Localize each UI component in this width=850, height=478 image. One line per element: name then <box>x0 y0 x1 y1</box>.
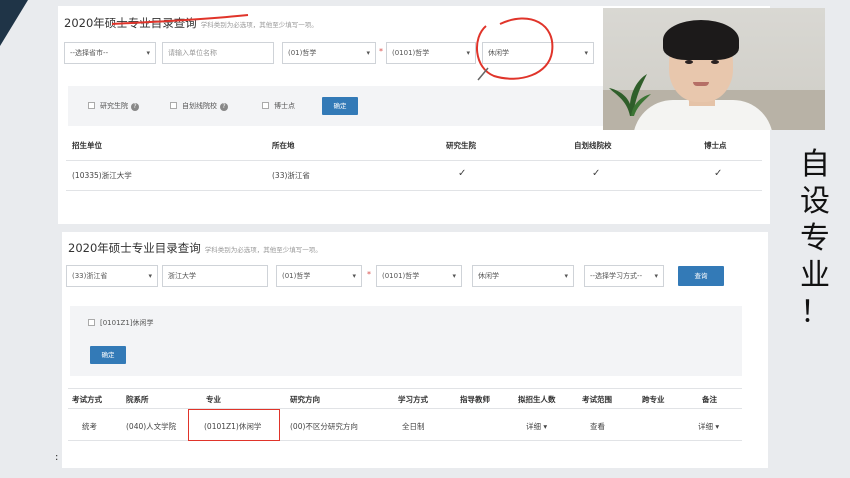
cell-dept: (040)人文学院 <box>126 422 177 431</box>
col-header-unit: 招生单位 <box>72 141 102 150</box>
divider <box>68 388 742 389</box>
checkbox-self-line[interactable]: 自划线院校? <box>170 101 228 111</box>
unit-name-input[interactable]: 请输入单位名称 <box>162 42 274 64</box>
help-icon[interactable]: ? <box>220 103 228 111</box>
chevron-down-icon: ▾ <box>452 272 456 280</box>
webcam-overlay <box>603 8 825 130</box>
confirm-button[interactable]: 确定 <box>90 346 126 364</box>
required-marker: * <box>379 47 383 56</box>
caret-down-icon: ▾ <box>715 422 720 431</box>
page-title: 2020年硕士专业目录查询 学科类别为必选项，其他至少填写一项。 <box>64 16 318 30</box>
chevron-down-icon: ▾ <box>564 272 568 280</box>
help-icon[interactable]: ? <box>131 103 139 111</box>
chevron-down-icon: ▾ <box>466 49 470 57</box>
col-header-scope: 考试范围 <box>582 395 612 404</box>
checkbox-icon <box>88 102 95 109</box>
side-caption: 自 设 专 业 ！ <box>800 147 830 330</box>
province-select[interactable]: --选择省市-- ▾ <box>64 42 156 64</box>
quota-detail-dropdown[interactable]: 详细 ▾ <box>526 421 547 432</box>
scope-view-link[interactable]: 查看 <box>590 421 605 432</box>
required-marker: * <box>367 270 371 279</box>
person-eye <box>711 60 719 64</box>
person-eye <box>685 60 693 64</box>
major-filter-box: [0101Z1]休闲学 确定 <box>70 306 742 376</box>
col-header-doctoral: 博士点 <box>704 141 727 150</box>
cell-location: (33)浙江省 <box>272 171 310 180</box>
caret-down-icon: ▾ <box>543 422 548 431</box>
col-header-dept: 院系所 <box>126 395 149 404</box>
province-select[interactable]: (33)浙江省 ▾ <box>66 265 158 287</box>
discipline-select[interactable]: (01)哲学 ▾ <box>276 265 362 287</box>
subject-select[interactable]: (0101)哲学 ▾ <box>376 265 462 287</box>
col-header-major: 专业 <box>206 395 221 404</box>
slide-corner-decoration <box>0 0 28 46</box>
remark-detail-dropdown[interactable]: 详细 ▾ <box>698 421 719 432</box>
col-header-quota: 拟招生人数 <box>518 395 556 404</box>
subject-select[interactable]: (0101)哲学 ▾ <box>386 42 476 64</box>
ellipsis-mark: : <box>55 452 59 463</box>
page-title: 2020年硕士专业目录查询 学科类别为必选项，其他至少填写一项。 <box>68 241 322 255</box>
col-header-cross: 跨专业 <box>642 395 665 404</box>
checkbox-doctoral[interactable]: 博士点 <box>262 101 295 111</box>
discipline-select[interactable]: (01)哲学 ▾ <box>282 42 376 64</box>
search-panel-bottom: 2020年硕士专业目录查询 学科类别为必选项，其他至少填写一项。 (33)浙江省 ▾… <box>62 232 768 468</box>
person-hair <box>663 20 739 60</box>
chevron-down-icon: ▾ <box>654 272 658 280</box>
study-mode-select[interactable]: --选择学习方式-- ▾ <box>584 265 664 287</box>
checkbox-icon <box>170 102 177 109</box>
chevron-down-icon: ▾ <box>146 49 150 57</box>
query-button[interactable]: 查询 <box>678 266 724 286</box>
major-input[interactable]: 休闲学 ▾ <box>482 42 594 64</box>
chevron-down-icon: ▾ <box>366 49 370 57</box>
check-icon: ✓ <box>714 168 723 179</box>
chevron-down-icon: ▾ <box>584 49 588 57</box>
col-header-location: 所在地 <box>272 141 295 150</box>
highlight-box-annotation <box>188 409 280 441</box>
col-header-exam: 考试方式 <box>72 395 102 404</box>
checkbox-graduate-school[interactable]: 研究生院? <box>88 101 139 111</box>
checkbox-icon <box>88 319 95 326</box>
chevron-down-icon: ▾ <box>352 272 356 280</box>
col-header-graduate-school: 研究生院 <box>446 141 476 150</box>
cell-mode: 全日制 <box>402 422 425 431</box>
checkbox-icon <box>262 102 269 109</box>
cell-direction: (00)不区分研究方向 <box>290 422 358 431</box>
confirm-button[interactable]: 确定 <box>322 97 358 115</box>
unit-name-input[interactable]: 浙江大学 <box>162 265 268 287</box>
divider <box>66 160 762 161</box>
divider <box>66 190 762 191</box>
major-select[interactable]: 休闲学 ▾ <box>472 265 574 287</box>
divider <box>68 440 742 441</box>
chevron-down-icon: ▾ <box>148 272 152 280</box>
divider <box>68 408 742 409</box>
checkbox-major[interactable]: [0101Z1]休闲学 <box>88 318 154 328</box>
cell-exam: 统考 <box>82 422 97 431</box>
person-mouth <box>693 82 709 86</box>
col-header-self-line: 自划线院校 <box>574 141 612 150</box>
col-header-direction: 研究方向 <box>290 395 320 404</box>
col-header-mode: 学习方式 <box>398 395 428 404</box>
check-icon: ✓ <box>592 168 601 179</box>
col-header-remark: 备注 <box>702 395 717 404</box>
col-header-advisor: 指导教师 <box>460 395 490 404</box>
cell-unit[interactable]: (10335)浙江大学 <box>72 170 132 181</box>
check-icon: ✓ <box>458 168 467 179</box>
